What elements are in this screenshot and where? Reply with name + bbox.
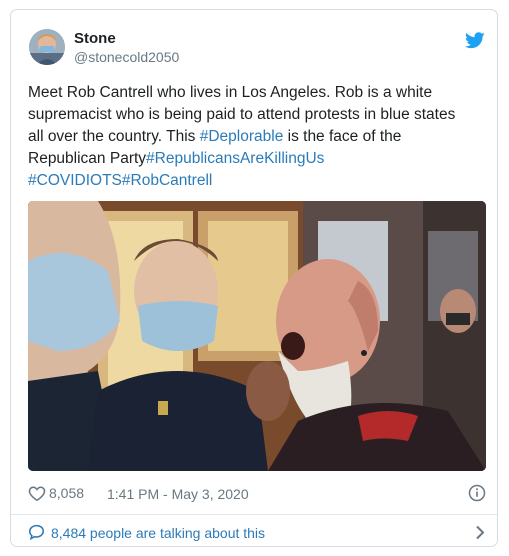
tweet-photo[interactable]: [28, 201, 486, 471]
hashtag-robcantrell-link[interactable]: #RobCantrell: [122, 172, 212, 189]
tweet-timestamp[interactable]: 1:41 PM - May 3, 2020: [107, 486, 249, 502]
speech-bubble-icon: [28, 524, 45, 540]
like-count: 8,058: [49, 485, 85, 501]
hashtag-deplorable-link[interactable]: #Deplorable: [200, 128, 284, 145]
info-icon[interactable]: [468, 484, 486, 502]
tweet-card: Stone @stonecold2050 Meet Rob Cantrell w…: [10, 9, 498, 547]
tweet-text: Meet Rob Cantrell who lives in Los Angel…: [28, 82, 488, 192]
tweet-text-line3-suffix: is the face of the: [283, 128, 402, 145]
avatar[interactable]: [29, 29, 65, 65]
tweet-text-line2: supremacist who is being paid to attend …: [28, 106, 456, 123]
tweet-text-line3-prefix: all over the country. This: [28, 128, 200, 145]
talking-count: 8,484 people are talking about this: [51, 525, 266, 541]
divider: [11, 514, 497, 515]
hashtag-covidiots-link[interactable]: #COVIDIOTS: [28, 172, 122, 189]
like-button[interactable]: 8,058: [28, 484, 84, 502]
chevron-right-icon: [476, 525, 485, 540]
heart-icon: [28, 485, 46, 501]
hashtag-republicans-link[interactable]: #RepublicansAreKillingUs: [146, 150, 324, 167]
author-handle[interactable]: @stonecold2050: [74, 49, 179, 65]
tweet-text-line4-prefix: Republican Party: [28, 150, 147, 167]
author-name[interactable]: Stone: [74, 30, 116, 47]
twitter-bird-icon[interactable]: [465, 32, 485, 49]
tweet-meta: 8,058 1:41 PM - May 3, 2020: [28, 482, 488, 504]
tweet-text-line1: Meet Rob Cantrell who lives in Los Angel…: [28, 84, 433, 101]
conversation-link[interactable]: 8,484 people are talking about this: [28, 521, 488, 543]
